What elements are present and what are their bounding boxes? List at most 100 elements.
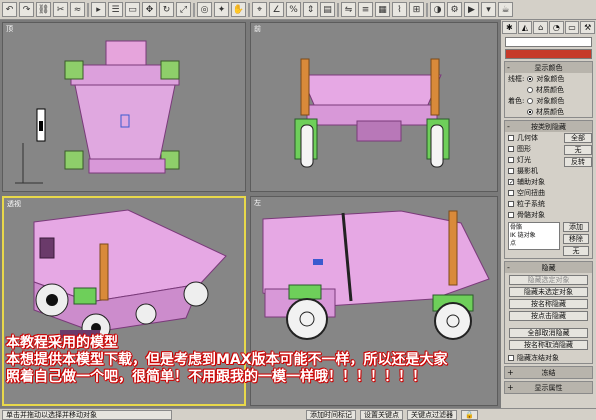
select-region-icon[interactable]: ▭	[125, 2, 140, 17]
category-checkbox[interactable]	[508, 211, 514, 218]
render-setup-icon[interactable]: ⚙	[447, 2, 462, 17]
category-listbox[interactable]: 骨骼 IK 链对象 点	[508, 222, 560, 250]
category-label: 粒子系统	[517, 199, 545, 208]
hierarchy-tab-icon[interactable]: ⌂	[533, 21, 549, 34]
rollout-title: 隐藏	[541, 263, 556, 272]
angle-snap-icon[interactable]: ∠	[269, 2, 284, 17]
category-label: 摄影机	[517, 166, 538, 175]
hide-action-button[interactable]: 隐藏选定对象	[509, 275, 588, 285]
none-button[interactable]: 无	[563, 246, 589, 256]
select-by-name-icon[interactable]: ☰	[108, 2, 123, 17]
modify-tab-icon[interactable]: ◭	[517, 21, 533, 34]
top-view-model	[15, 40, 180, 184]
category-checkbox[interactable]: ✓	[508, 178, 514, 185]
category-checkbox[interactable]	[508, 189, 514, 196]
category-row: 灯光	[505, 154, 564, 165]
bind-space-warp-icon[interactable]: ≈	[70, 2, 85, 17]
viewport-top[interactable]: 顶	[2, 22, 246, 192]
status-bar: 单击并拖动以选择并移动对象 添加时间标记 设置关键点 关键点过滤器 🔒	[0, 408, 596, 420]
category-row: 骨骼对象	[505, 209, 564, 220]
category-checkbox[interactable]	[508, 200, 514, 207]
rollout-header[interactable]: - 显示颜色	[505, 62, 592, 73]
hide-action-button[interactable]: 按点击隐藏	[509, 311, 588, 321]
hide-action-button[interactable]: 按名称隐藏	[509, 299, 588, 309]
select-move-icon[interactable]: ✥	[142, 2, 157, 17]
caption-line: 本想提供本模型下载，但是考虑到MAX版本可能不一样，所以还是大家	[6, 352, 448, 368]
caption-line: 本教程采用的模型	[6, 335, 118, 351]
named-selection-icon[interactable]: ▤	[320, 2, 335, 17]
render-type-icon[interactable]: ▾	[481, 2, 496, 17]
rollout-title: 显示颜色	[534, 63, 563, 72]
teapot-render-icon[interactable]: ☕	[498, 2, 513, 17]
wireframe-material-color-radio[interactable]	[527, 86, 533, 93]
rollout-header[interactable]: + 冻结	[505, 367, 592, 378]
undo-icon[interactable]: ↶	[2, 2, 17, 17]
category-row: 图形	[505, 143, 564, 154]
rollout-header[interactable]: + 显示属性	[505, 382, 592, 393]
category-row: 几何体	[505, 132, 564, 143]
rollout-hide-by-category: - 按类别隐藏 几何体 图形 灯光 摄影机 ✓ 辅助对象 空间扭曲 粒子系统 骨骼对象 全部 无 …	[504, 120, 593, 259]
category-checkbox[interactable]	[508, 167, 514, 174]
category-row: ✓ 辅助对象	[505, 176, 564, 187]
wireframe-object-color-radio[interactable]	[527, 75, 534, 82]
spinner-snap-icon[interactable]: ⇕	[303, 2, 318, 17]
object-name-field[interactable]	[505, 37, 592, 47]
hide-action-button[interactable]: 全部取消隐藏	[509, 328, 588, 338]
hide-action-button[interactable]: 按名称取消隐藏	[509, 340, 588, 350]
hide-frozen-checkbox[interactable]	[508, 354, 514, 361]
hide-action-button[interactable]: 隐藏未选定对象	[509, 287, 588, 297]
mirror-icon[interactable]: ⇋	[341, 2, 356, 17]
align-icon[interactable]: ≡	[358, 2, 373, 17]
rollout-header[interactable]: - 按类别隐藏	[505, 121, 592, 132]
create-tab-icon[interactable]: ✱	[502, 21, 517, 34]
hide-none-button[interactable]: 无	[564, 145, 592, 155]
unlink-icon[interactable]: ✂	[53, 2, 68, 17]
key-filters-button[interactable]: 关键点过滤器	[407, 409, 457, 420]
tutorial-caption: 本教程采用的模型 本想提供本模型下载，但是考虑到MAX版本可能不一样，所以还是大…	[6, 335, 496, 386]
layer-manager-icon[interactable]: ▦	[375, 2, 390, 17]
category-checkbox[interactable]	[508, 145, 514, 152]
utilities-tab-icon[interactable]: ⚒	[580, 21, 596, 34]
radio-label: 材质颜色	[536, 107, 564, 116]
toolbar-separator	[337, 2, 339, 17]
category-checkbox[interactable]	[508, 156, 514, 163]
object-color-swatch[interactable]	[505, 49, 592, 59]
rollout-display-color: - 显示颜色 线框: 对象颜色 材质颜色 着色: 对象颜色 材质颜色	[504, 61, 593, 118]
set-key-button[interactable]: 设置关键点	[360, 409, 403, 420]
shaded-label: 着色:	[508, 96, 525, 105]
add-time-tag-button[interactable]: 添加时间标记	[306, 409, 356, 420]
pivot-icon[interactable]: ✦	[214, 2, 229, 17]
select-rotate-icon[interactable]: ↻	[159, 2, 174, 17]
shaded-object-color-radio[interactable]	[527, 97, 534, 104]
reference-coordinate-icon[interactable]: ◎	[197, 2, 212, 17]
rollout-hide: - 隐藏 隐藏选定对象 隐藏未选定对象 按名称隐藏按点击隐藏全部取消隐藏 按名称取消隐藏…	[504, 261, 593, 364]
hide-button-list: 隐藏选定对象 隐藏未选定对象 按名称隐藏按点击隐藏全部取消隐藏 按名称取消隐藏	[505, 273, 592, 352]
add-button[interactable]: 添加	[563, 222, 589, 232]
motion-tab-icon[interactable]: ◔	[549, 21, 564, 34]
select-scale-icon[interactable]: ⤢	[176, 2, 191, 17]
redo-icon[interactable]: ↷	[19, 2, 34, 17]
select-object-icon[interactable]: ▸	[91, 2, 106, 17]
remove-button[interactable]: 移除	[563, 234, 589, 244]
toolbar-separator	[248, 2, 250, 17]
shaded-material-color-radio[interactable]	[527, 108, 533, 115]
display-tab-icon[interactable]: ▭	[564, 21, 580, 34]
radio-label: 对象颜色	[536, 96, 565, 105]
viewport-front[interactable]: 前	[250, 22, 498, 192]
hide-invert-button[interactable]: 反转	[564, 157, 592, 167]
material-editor-icon[interactable]: ◑	[430, 2, 445, 17]
snap-toggle-icon[interactable]: ⌖	[252, 2, 267, 17]
radio-label: 材质颜色	[536, 85, 564, 94]
rollout-header[interactable]: - 隐藏	[505, 262, 592, 273]
link-icon[interactable]: ⛓	[36, 2, 51, 17]
curve-editor-icon[interactable]: ⌇	[392, 2, 407, 17]
command-panel: ✱ ◭ ⌂ ◔ ▭ ⚒ - 显示颜色 线框: 对象颜色 材质颜色 着色: 对象颜色 材质颜色 -…	[500, 20, 596, 408]
category-checkbox[interactable]	[508, 134, 514, 141]
schematic-view-icon[interactable]: ⊞	[409, 2, 424, 17]
select-manipulate-icon[interactable]: ✋	[231, 2, 246, 17]
quick-render-icon[interactable]: ▶	[464, 2, 479, 17]
category-label: 几何体	[517, 133, 538, 142]
lock-icon[interactable]: 🔒	[461, 409, 478, 420]
hide-all-button[interactable]: 全部	[564, 133, 592, 143]
percent-snap-icon[interactable]: %	[286, 2, 301, 17]
